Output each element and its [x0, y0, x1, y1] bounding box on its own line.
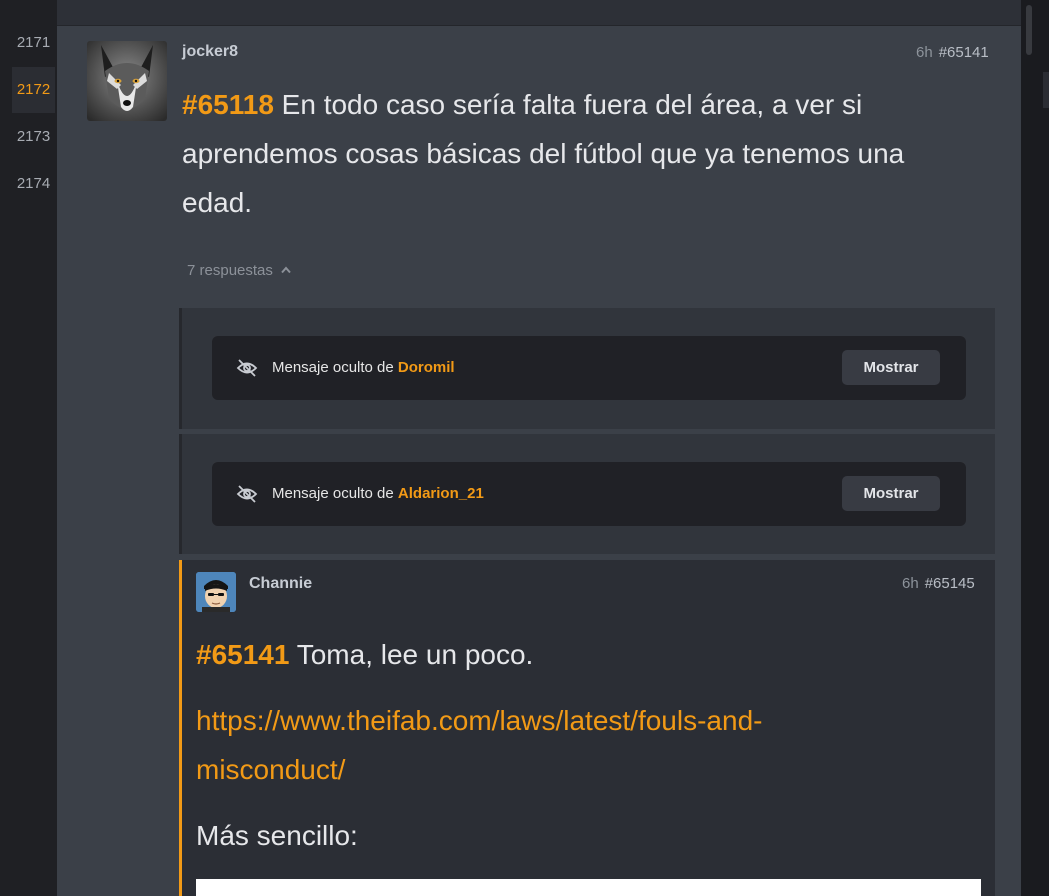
cartoon-face-avatar[interactable]	[196, 572, 236, 612]
quote-reference[interactable]: #65141	[196, 639, 289, 670]
post-author[interactable]: jocker8	[182, 43, 238, 61]
post-text: En todo caso sería falta fuera del área,…	[182, 89, 905, 218]
hidden-message-card: Mensaje oculto de Doromil Mostrar	[212, 336, 966, 400]
eye-slash-icon	[236, 359, 258, 377]
page-link-2174[interactable]: 2174	[12, 161, 55, 207]
hidden-message-user[interactable]: Doromil	[398, 359, 455, 376]
post-number[interactable]: #65141	[939, 44, 989, 61]
page-navigation: 2171 2172 2173 2174	[0, 0, 57, 896]
replies-toggle[interactable]: 7 respuestas	[187, 262, 291, 279]
replies-label: 7 respuestas	[187, 262, 273, 279]
reply-author[interactable]: Channie	[249, 575, 312, 593]
hidden-message-label: Mensaje oculto de	[272, 359, 394, 376]
post-time: 6h	[916, 44, 933, 61]
chevron-up-icon	[281, 266, 291, 274]
hidden-reply-block: Mensaje oculto de Doromil Mostrar	[179, 308, 995, 429]
page-link-2173[interactable]: 2173	[12, 114, 55, 160]
page-link-2171[interactable]: 2171	[12, 20, 55, 66]
scrollbar-thumb[interactable]	[1026, 5, 1032, 55]
hidden-message-label: Mensaje oculto de	[272, 485, 394, 502]
hidden-message-user[interactable]: Aldarion_21	[398, 485, 484, 502]
quote-reference[interactable]: #65118	[182, 89, 274, 120]
hidden-message-text: Mensaje oculto de Doromil	[272, 359, 455, 376]
cartoon-face-image	[196, 572, 236, 612]
right-sidebar-edge	[1021, 0, 1049, 896]
reply-card: Channie 6h #65145 #65141 Toma, lee un poc…	[179, 560, 995, 896]
show-hidden-button[interactable]: Mostrar	[842, 350, 940, 385]
eye-slash-icon	[236, 485, 258, 503]
hidden-reply-block: Mensaje oculto de Aldarion_21 Mostrar	[179, 434, 995, 554]
previous-post-bottom	[57, 0, 1021, 26]
wolf-avatar-image	[87, 41, 167, 121]
reply-number[interactable]: #65145	[925, 575, 975, 592]
ifab-link[interactable]: https://www.theifab.com/laws/latest/foul…	[196, 705, 762, 737]
page-link-2172-current[interactable]: 2172	[12, 67, 55, 113]
post-meta: 6h #65141	[916, 44, 989, 61]
reply-first-line: #65141 Toma, lee un poco.	[196, 639, 533, 671]
post-body: #65118 En todo caso sería falta fuera de…	[182, 80, 982, 227]
show-hidden-button[interactable]: Mostrar	[842, 476, 940, 511]
embedded-image-preview[interactable]	[196, 879, 981, 896]
hidden-message-card: Mensaje oculto de Aldarion_21 Mostrar	[212, 462, 966, 526]
hidden-message-text: Mensaje oculto de Aldarion_21	[272, 485, 484, 502]
sidebar-panel-edge	[1043, 72, 1049, 108]
reply-time: 6h	[902, 575, 919, 592]
reply-text: Toma, lee un poco.	[296, 639, 534, 670]
ifab-link-continued[interactable]: misconduct/	[196, 754, 345, 786]
reply-meta: 6h #65145	[902, 575, 975, 592]
wolf-avatar[interactable]	[87, 41, 167, 121]
reply-second-text: Más sencillo:	[196, 820, 358, 851]
